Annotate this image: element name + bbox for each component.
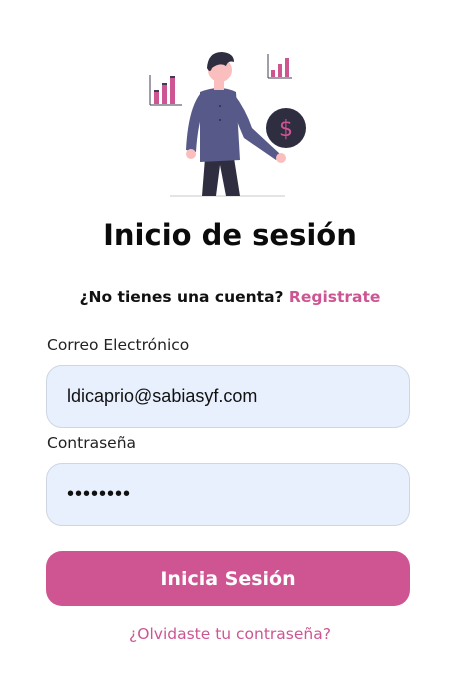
forgot-password-link[interactable]: ¿Olvidaste tu contraseña? bbox=[0, 625, 460, 643]
dollar-coin-icon: $ bbox=[266, 108, 306, 148]
login-illustration: $ bbox=[149, 52, 306, 197]
login-button[interactable]: Inicia Sesión bbox=[46, 551, 410, 606]
email-field[interactable]: ldicaprio@sabiasyf.com bbox=[46, 365, 410, 428]
small-chart-icon bbox=[267, 54, 292, 79]
password-field[interactable]: •••••••• bbox=[46, 463, 410, 526]
email-label: Correo Electrónico bbox=[47, 336, 190, 354]
page-title: Inicio de sesión bbox=[103, 218, 357, 252]
bar-chart-icon bbox=[149, 75, 182, 106]
signup-link[interactable]: Registrate bbox=[289, 288, 381, 306]
password-label: Contraseña bbox=[47, 434, 137, 452]
signup-prompt: ¿No tienes una cuenta? bbox=[79, 288, 284, 306]
signup-row: ¿No tienes una cuenta? Registrate bbox=[0, 288, 460, 306]
svg-text:$: $ bbox=[279, 117, 293, 142]
